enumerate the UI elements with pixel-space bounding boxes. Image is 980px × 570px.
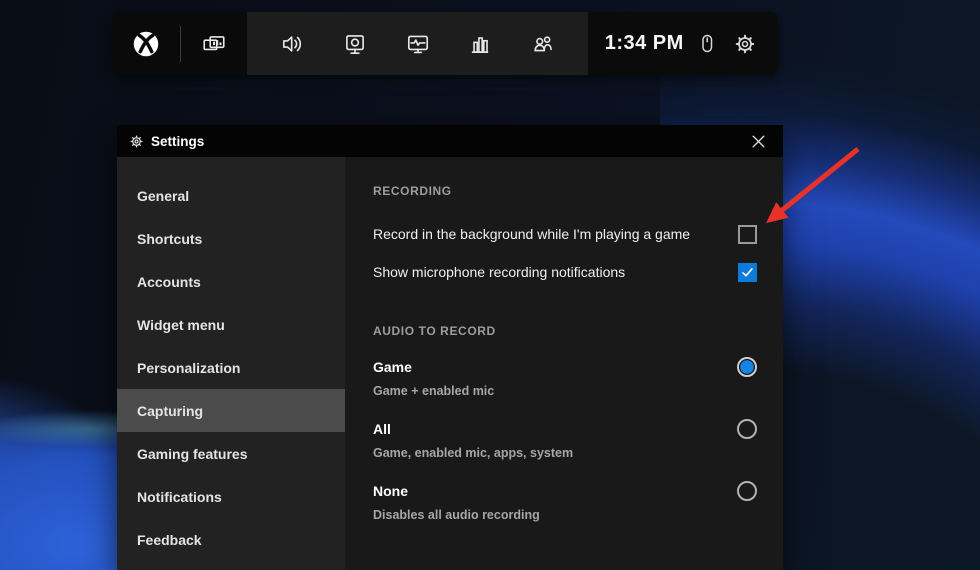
audio-option-game-radio[interactable] <box>737 357 757 377</box>
close-icon <box>750 133 767 150</box>
audio-option-none-description: Disables all audio recording <box>373 508 540 522</box>
capture-camera-icon <box>342 31 368 57</box>
settings-gear-icon <box>129 134 144 149</box>
audio-option-all-label: All <box>373 421 573 437</box>
mouse-icon <box>695 32 719 56</box>
audio-option-game-label: Game <box>373 359 494 375</box>
xbox-home-button[interactable] <box>128 26 164 62</box>
audio-option-all-description: Game, enabled mic, apps, system <box>373 446 573 460</box>
settings-titlebar: Settings <box>117 125 783 157</box>
sidebar-item-shortcuts[interactable]: Shortcuts <box>117 217 345 260</box>
audio-option-none-radio[interactable] <box>737 481 757 501</box>
record-in-background-checkbox[interactable] <box>738 225 757 244</box>
settings-button[interactable] <box>729 28 761 60</box>
toolbar-middle-section <box>247 12 588 75</box>
audio-option-all-radio[interactable] <box>737 419 757 439</box>
audio-option-all: All Game, enabled mic, apps, system <box>373 421 757 460</box>
xbox-logo-icon <box>132 30 160 58</box>
audio-option-game: Game Game + enabled mic <box>373 359 757 398</box>
audio-option-all-text: All Game, enabled mic, apps, system <box>373 421 573 460</box>
mic-notifications-checkbox[interactable] <box>738 263 757 282</box>
toolbar-right-section: 1:34 PM <box>588 12 778 75</box>
audio-option-none-text: None Disables all audio recording <box>373 483 540 522</box>
widget-menu-icon <box>201 31 227 57</box>
game-bar-toolbar: 1:34 PM <box>112 12 778 75</box>
performance-widget-button[interactable] <box>401 27 435 61</box>
looking-for-group-button[interactable] <box>526 27 560 61</box>
capturing-settings-panel: RECORDING Record in the background while… <box>345 157 783 570</box>
sidebar-item-notifications[interactable]: Notifications <box>117 475 345 518</box>
toolbar-left-section <box>112 12 247 75</box>
sidebar-item-gaming-features[interactable]: Gaming features <box>117 432 345 475</box>
people-icon <box>530 31 556 57</box>
sidebar-item-general[interactable]: General <box>117 174 345 217</box>
settings-body: General Shortcuts Accounts Widget menu P… <box>117 157 783 570</box>
settings-sidebar: General Shortcuts Accounts Widget menu P… <box>117 157 345 570</box>
widget-menu-button[interactable] <box>197 27 231 61</box>
checkmark-icon <box>741 266 754 279</box>
audio-option-none: None Disables all audio recording <box>373 483 757 522</box>
mic-notifications-label: Show microphone recording notifications <box>373 264 625 280</box>
speaker-icon <box>280 31 306 57</box>
capture-widget-button[interactable] <box>338 27 372 61</box>
audio-option-none-label: None <box>373 483 540 499</box>
settings-window: Settings General Shortcuts Accounts Widg… <box>117 125 783 570</box>
resources-widget-button[interactable] <box>463 27 497 61</box>
sidebar-item-feedback[interactable]: Feedback <box>117 518 345 561</box>
recording-section-header: RECORDING <box>373 183 757 199</box>
gear-icon <box>733 32 757 56</box>
bar-chart-icon <box>467 31 493 57</box>
record-in-background-row: Record in the background while I'm playi… <box>373 223 757 245</box>
audio-section-header: AUDIO TO RECORD <box>373 323 757 339</box>
clock: 1:34 PM <box>605 32 684 55</box>
sidebar-item-capturing[interactable]: Capturing <box>117 389 345 432</box>
sidebar-item-personalization[interactable]: Personalization <box>117 346 345 389</box>
window-title: Settings <box>151 134 739 149</box>
audio-widget-button[interactable] <box>276 27 310 61</box>
close-button[interactable] <box>746 131 771 152</box>
record-in-background-label: Record in the background while I'm playi… <box>373 226 690 242</box>
mic-notifications-row: Show microphone recording notifications <box>373 261 757 283</box>
sidebar-item-widget-menu[interactable]: Widget menu <box>117 303 345 346</box>
mouse-click-through-button[interactable] <box>691 28 723 60</box>
audio-option-game-description: Game + enabled mic <box>373 384 494 398</box>
performance-monitor-icon <box>405 31 431 57</box>
sidebar-item-accounts[interactable]: Accounts <box>117 260 345 303</box>
toolbar-divider <box>180 26 181 62</box>
audio-option-game-text: Game Game + enabled mic <box>373 359 494 398</box>
